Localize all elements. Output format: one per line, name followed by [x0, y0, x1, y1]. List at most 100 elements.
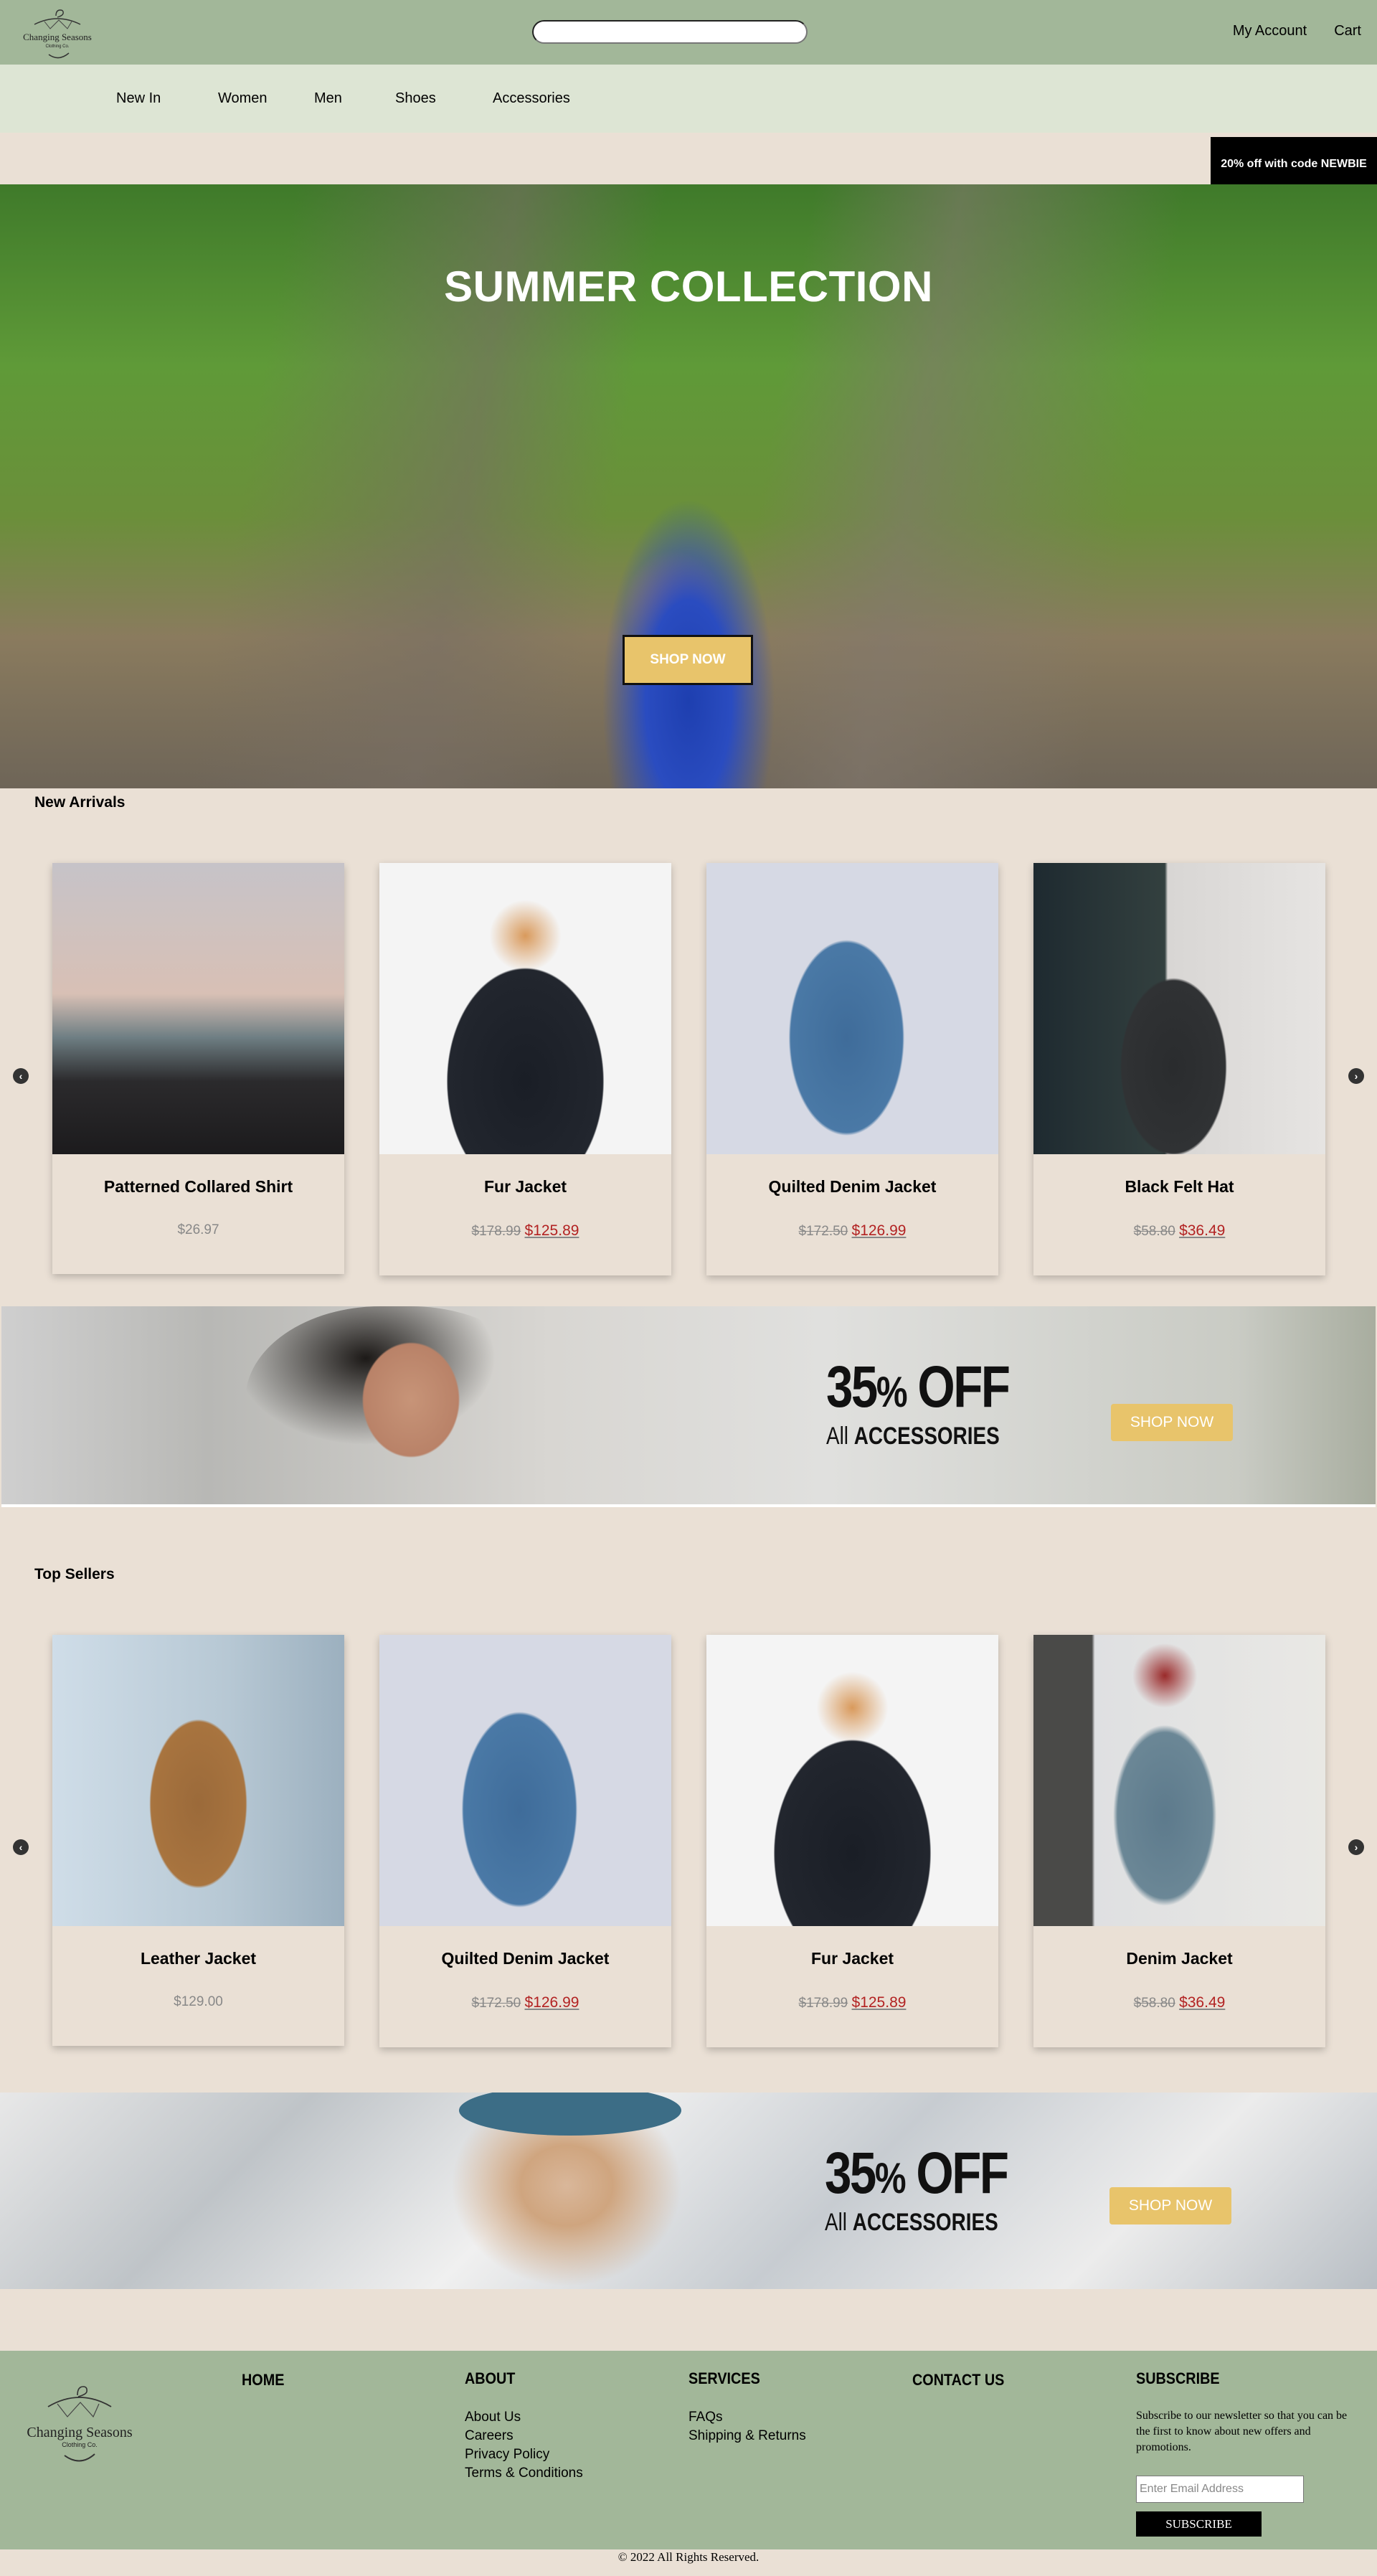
product-card[interactable]: Quilted Denim Jacket $172.50 $126.99	[379, 1635, 671, 2047]
my-account-link[interactable]: My Account	[1233, 23, 1307, 39]
product-image[interactable]	[706, 863, 998, 1154]
footer-logo-tagline: Clothing Co.	[62, 2441, 98, 2448]
sale-price: $126.99	[851, 1222, 907, 1239]
site-footer: Changing Seasons Clothing Co. HOME ABOUT…	[0, 2351, 1377, 2549]
footer-logo-name: Changing Seasons	[27, 2425, 132, 2440]
product-price: $58.80 $36.49	[1033, 1222, 1325, 1240]
footer-col-services: SERVICES FAQs Shipping & Returns	[688, 2369, 806, 2445]
product-price: $26.97	[52, 1222, 344, 1238]
cart-link[interactable]: Cart	[1334, 23, 1361, 39]
product-image[interactable]	[1033, 863, 1325, 1154]
sale-price: $36.49	[1179, 1994, 1226, 2011]
banner-subheadline: All ACCESSORIES	[825, 2209, 998, 2236]
search-input[interactable]	[532, 20, 808, 44]
banner-shop-now-button[interactable]: SHOP NOW	[1109, 2187, 1231, 2224]
carousel-next-icon[interactable]: ›	[1348, 1068, 1364, 1084]
product-card[interactable]: Black Felt Hat $58.80 $36.49	[1033, 863, 1325, 1275]
product-name[interactable]: Black Felt Hat	[1033, 1177, 1325, 1197]
top-sellers-title: Top Sellers	[34, 1566, 115, 1582]
footer-link-shipping-returns[interactable]: Shipping & Returns	[688, 2427, 806, 2445]
product-name[interactable]: Fur Jacket	[379, 1177, 671, 1197]
brand-logo[interactable]: Changing Seasons Clothing Co.	[14, 3, 100, 62]
product-image[interactable]	[379, 1635, 671, 1926]
product-name[interactable]: Fur Jacket	[706, 1949, 998, 1968]
hero-shop-now-button[interactable]: SHOP NOW	[623, 635, 753, 685]
product-price: $58.80 $36.49	[1033, 1994, 1325, 2011]
product-image[interactable]	[52, 863, 344, 1154]
footer-link-careers[interactable]: Careers	[465, 2427, 583, 2445]
email-input[interactable]	[1136, 2476, 1304, 2503]
product-card[interactable]: Fur Jacket $178.99 $125.89	[379, 863, 671, 1275]
hero-title: SUMMER COLLECTION	[444, 263, 933, 311]
footer-home-link[interactable]: HOME	[242, 2371, 284, 2389]
product-price: $172.50 $126.99	[379, 1994, 671, 2011]
product-price: $129.00	[52, 1994, 344, 2010]
footer-link-about-us[interactable]: About Us	[465, 2408, 583, 2427]
footer-col-subscribe: SUBSCRIBE Subscribe to our newsletter so…	[1136, 2369, 1358, 2537]
banner-subheadline: All ACCESSORIES	[826, 1423, 1000, 1450]
footer-link-terms[interactable]: Terms & Conditions	[465, 2464, 583, 2483]
sale-price: $36.49	[1179, 1222, 1226, 1239]
nav-item-accessories[interactable]: Accessories	[493, 90, 570, 107]
banner-headline: 35% OFF	[826, 1354, 1011, 1420]
regular-price: $129.00	[174, 1994, 223, 2009]
nav-item-men[interactable]: Men	[314, 90, 395, 107]
original-price: $178.99	[471, 1224, 521, 1239]
logo-name: Changing Seasons	[23, 32, 92, 42]
banner-model-image	[459, 2093, 681, 2136]
banner-model-image	[245, 1306, 546, 1504]
accessories-promo-banner: 35% OFF All ACCESSORIES SHOP NOW	[1, 1306, 1376, 1507]
original-price: $172.50	[471, 1996, 521, 2011]
product-name[interactable]: Leather Jacket	[52, 1949, 344, 1968]
footer-about-heading: ABOUT	[465, 2369, 516, 2387]
banner-headline: 35% OFF	[825, 2141, 1009, 2206]
carousel-prev-icon[interactable]: ‹	[13, 1839, 29, 1855]
new-arrivals-carousel: ‹ › Patterned Collared Shirt $26.97 Fur …	[0, 811, 1377, 1306]
promo-code-badge: 20% off with code NEWBIE	[1211, 137, 1377, 184]
subscribe-description: Subscribe to our newsletter so that you …	[1136, 2410, 1348, 2453]
nav-item-women[interactable]: Women	[218, 90, 314, 107]
footer-col-about: ABOUT About Us Careers Privacy Policy Te…	[465, 2369, 583, 2483]
carousel-next-icon[interactable]: ›	[1348, 1839, 1364, 1855]
top-sellers-carousel: ‹ › Leather Jacket $129.00 Quilted Denim…	[0, 1583, 1377, 2093]
product-name[interactable]: Denim Jacket	[1033, 1949, 1325, 1968]
product-card[interactable]: Fur Jacket $178.99 $125.89	[706, 1635, 998, 2047]
original-price: $178.99	[798, 1996, 848, 2011]
footer-contact-link[interactable]: CONTACT US	[912, 2371, 1004, 2389]
product-card[interactable]: Quilted Denim Jacket $172.50 $126.99	[706, 863, 998, 1275]
accessories-promo-banner-2: 35% OFF All ACCESSORIES SHOP NOW	[0, 2093, 1377, 2289]
banner-shop-now-button[interactable]: SHOP NOW	[1111, 1404, 1233, 1441]
carousel-prev-icon[interactable]: ‹	[13, 1068, 29, 1084]
product-image[interactable]	[379, 863, 671, 1154]
subscribe-button[interactable]: SUBSCRIBE	[1136, 2511, 1262, 2537]
footer-logo[interactable]: Changing Seasons Clothing Co.	[16, 2367, 143, 2467]
footer-link-privacy-policy[interactable]: Privacy Policy	[465, 2445, 583, 2464]
nav-item-new-in[interactable]: New In	[116, 90, 218, 107]
product-name[interactable]: Quilted Denim Jacket	[706, 1177, 998, 1197]
product-name[interactable]: Quilted Denim Jacket	[379, 1949, 671, 1968]
top-header: Changing Seasons Clothing Co. My Account…	[0, 0, 1377, 65]
product-card[interactable]: Denim Jacket $58.80 $36.49	[1033, 1635, 1325, 2047]
footer-link-faqs[interactable]: FAQs	[688, 2408, 806, 2427]
footer-services-heading: SERVICES	[688, 2369, 760, 2387]
original-price: $58.80	[1133, 1996, 1175, 2011]
nav-item-shoes[interactable]: Shoes	[395, 90, 493, 107]
product-image[interactable]	[52, 1635, 344, 1926]
product-price: $172.50 $126.99	[706, 1222, 998, 1240]
original-price: $58.80	[1133, 1224, 1175, 1239]
sale-price: $126.99	[524, 1994, 579, 2011]
product-card[interactable]: Leather Jacket $129.00	[52, 1635, 344, 2046]
product-price: $178.99 $125.89	[379, 1222, 671, 1240]
product-image[interactable]	[706, 1635, 998, 1926]
sale-price: $125.89	[524, 1222, 579, 1239]
product-card[interactable]: Patterned Collared Shirt $26.97	[52, 863, 344, 1274]
footer-subscribe-heading: SUBSCRIBE	[1136, 2369, 1220, 2387]
product-image[interactable]	[1033, 1635, 1325, 1926]
product-name[interactable]: Patterned Collared Shirt	[52, 1177, 344, 1197]
regular-price: $26.97	[177, 1222, 219, 1237]
promo-strip: 20% off with code NEWBIE	[0, 133, 1377, 184]
sale-price: $125.89	[851, 1994, 907, 2011]
original-price: $172.50	[798, 1224, 848, 1239]
new-arrivals-title: New Arrivals	[34, 794, 126, 811]
product-price: $178.99 $125.89	[706, 1994, 998, 2011]
